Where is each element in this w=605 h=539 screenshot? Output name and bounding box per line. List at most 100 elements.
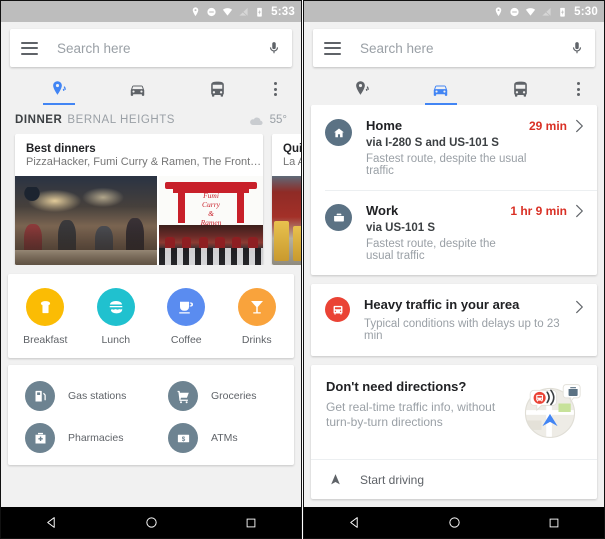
route-eta: 29 min (528, 119, 567, 133)
nav-back-button[interactable] (34, 516, 68, 529)
circle-home-icon (145, 517, 157, 528)
microphone-icon[interactable] (570, 38, 584, 58)
route-via: via US-101 S (366, 222, 436, 234)
photo-text-line: Fumi (203, 190, 219, 200)
explore-content: DINNER BERNAL HEIGHTS 55° Best dinners P… (1, 105, 301, 507)
triangle-back-icon (349, 517, 358, 528)
carousel-card-best-dinners[interactable]: Best dinners PizzaHacker, Fumi Curry & R… (15, 134, 263, 265)
place-atms[interactable]: $ ATMs (151, 417, 294, 459)
bus-icon (210, 81, 224, 97)
category-label: Lunch (101, 334, 131, 346)
promo-subtitle: Get real-time traffic info, without turn… (326, 400, 496, 429)
nav-recents-button[interactable] (537, 517, 571, 529)
place-pin-icon (52, 81, 66, 95)
nav-recents-button[interactable] (234, 517, 268, 529)
location-icon (192, 6, 199, 16)
traffic-alert-subtitle: Typical conditions with delays up to 23 … (364, 318, 560, 342)
place-pharmacies[interactable]: Pharmacies (8, 417, 151, 459)
search-input[interactable]: Search here (57, 41, 267, 56)
route-details: Work via US-101 S Fastest route, despite… (366, 203, 510, 262)
gas-pump-icon (25, 381, 55, 411)
tab-more-options[interactable] (560, 73, 598, 105)
route-note: Fastest route, despite the usual traffic (366, 238, 496, 262)
search-bar[interactable]: Search here (10, 29, 292, 67)
traffic-alert-card[interactable]: Heavy traffic in your area Typical condi… (311, 284, 597, 356)
card-photo-strip: Fumi Curry & Ramen (15, 176, 263, 265)
recommendation-carousel[interactable]: Best dinners PizzaHacker, Fumi Curry & R… (1, 134, 301, 265)
start-driving-button[interactable]: Start driving (311, 460, 597, 499)
place-label: Pharmacies (68, 432, 124, 444)
meal-label: DINNER (15, 114, 63, 126)
tab-transit[interactable] (481, 73, 560, 105)
category-coffee[interactable]: Coffee (151, 288, 222, 346)
category-label: Drinks (241, 334, 272, 346)
category-breakfast[interactable]: Breakfast (10, 288, 81, 346)
square-recents-icon (246, 518, 256, 527)
route-row-home[interactable]: Home via I-280 S and US-101 S Fastest ro… (311, 105, 597, 190)
tab-explore[interactable] (322, 73, 401, 105)
traffic-alert-row[interactable]: Heavy traffic in your area Typical condi… (311, 284, 597, 356)
card-title: Best dinners (26, 143, 96, 155)
tab-driving[interactable] (98, 73, 177, 105)
start-driving-label: Start driving (360, 472, 425, 487)
nav-back-button[interactable] (337, 516, 371, 529)
nearby-places-grid: Gas stations Groceries Pharmacies $ ATMs (8, 365, 294, 465)
toast-icon (26, 288, 65, 326)
nearby-places-card: Gas stations Groceries Pharmacies $ ATMs (8, 365, 294, 465)
wifi-icon (223, 7, 233, 16)
status-bar: 5:33 (1, 1, 301, 22)
bus-icon (513, 81, 527, 97)
tab-explore[interactable] (19, 73, 98, 105)
food-categories-row: Breakfast Lunch Coffee Drinks (8, 274, 294, 358)
burger-icon (96, 288, 135, 326)
tab-driving[interactable] (401, 73, 480, 105)
car-icon (434, 85, 448, 96)
ramen-sign-photo: Fumi Curry & Ramen (159, 176, 263, 265)
microphone-icon[interactable] (267, 38, 281, 58)
status-bar-clock: 5:33 (271, 5, 295, 18)
square-recents-icon (549, 518, 559, 527)
place-gas-stations[interactable]: Gas stations (8, 375, 151, 417)
route-row-work[interactable]: Work via US-101 S Fastest route, despite… (311, 190, 597, 275)
places-row: Gas stations Groceries (8, 375, 294, 417)
place-label: Groceries (211, 390, 257, 402)
hamburger-icon[interactable] (324, 41, 341, 55)
car-icon (131, 85, 145, 96)
promo-title: Don't need directions? (326, 379, 467, 394)
nav-home-button[interactable] (437, 516, 471, 529)
category-drinks[interactable]: Drinks (222, 288, 293, 346)
android-nav-bar (304, 507, 604, 538)
nav-home-button[interactable] (134, 516, 168, 529)
category-label: Breakfast (23, 334, 68, 346)
cafe-photo (272, 176, 301, 265)
hamburger-icon[interactable] (21, 41, 38, 55)
category-lunch[interactable]: Lunch (81, 288, 152, 346)
photo-text-line: Curry (202, 199, 220, 209)
coffee-cup-icon (167, 288, 206, 326)
tab-more-options[interactable] (257, 73, 295, 105)
photo-text-line: & (208, 208, 214, 218)
carousel-card-quick[interactable]: Quick La Alt (272, 134, 301, 265)
tab-transit[interactable] (178, 73, 257, 105)
traffic-car-icon (325, 297, 350, 322)
card-subtitle: PizzaHacker, Fumi Curry & Ramen, The Fro… (26, 156, 262, 168)
place-pin-icon (355, 81, 369, 95)
status-bar: 5:30 (304, 1, 604, 22)
food-categories-card: Breakfast Lunch Coffee Drinks (8, 274, 294, 358)
triangle-back-icon (46, 517, 55, 528)
search-bar[interactable]: Search here (313, 29, 595, 67)
promo-row: Don't need directions? Get real-time tra… (311, 365, 597, 459)
overflow-menu-icon (577, 82, 581, 96)
driving-content: Home via I-280 S and US-101 S Fastest ro… (304, 105, 604, 507)
shopping-cart-icon (168, 381, 198, 411)
place-groceries[interactable]: Groceries (151, 375, 294, 417)
search-input[interactable]: Search here (360, 41, 570, 56)
category-label: Coffee (170, 334, 202, 346)
route-via: via I-280 S and US-101 S (366, 137, 499, 149)
circle-home-icon (448, 517, 460, 528)
route-eta: 1 hr 9 min (510, 204, 567, 218)
route-title: Home (366, 118, 403, 133)
traffic-alert-title: Heavy traffic in your area (364, 297, 520, 312)
weather-widget: 55° (247, 114, 287, 126)
navigation-arrow-icon (331, 474, 340, 485)
